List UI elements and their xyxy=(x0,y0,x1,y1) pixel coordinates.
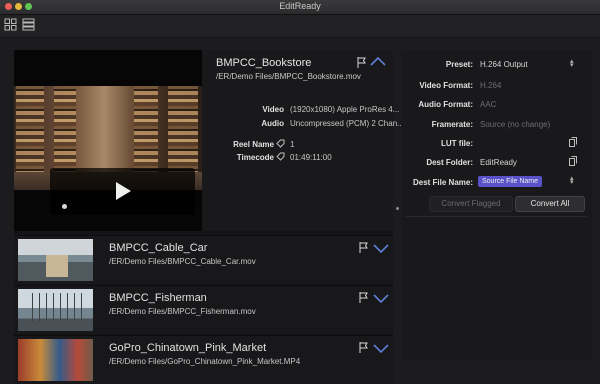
clip-path: /ER/Demo Files/GoPro_Chinatown_Pink_Mark… xyxy=(109,357,301,366)
window-title: EditReady xyxy=(279,1,321,11)
edit-tag-icon[interactable] xyxy=(276,139,285,148)
clip-info: BMPCC_Bookstore /ER/Demo Files/BMPCC_Boo… xyxy=(210,50,404,231)
flag-icon[interactable] xyxy=(359,292,369,303)
title-bar: EditReady xyxy=(0,0,600,15)
flag-icon[interactable] xyxy=(359,242,369,253)
audio-value: Uncompressed (PCM) 2 Chan... xyxy=(290,119,404,128)
framerate-value: Source (no change) xyxy=(480,120,551,129)
convert-flagged-button[interactable]: Convert Flagged xyxy=(429,196,513,212)
audio-label: Audio xyxy=(261,119,284,128)
playback-controls xyxy=(50,168,195,215)
dest-folder-label: Dest Folder: xyxy=(426,158,473,167)
grid-icon[interactable] xyxy=(4,18,17,31)
preset-label: Preset: xyxy=(445,60,473,69)
scrubber-handle[interactable] xyxy=(62,204,67,209)
chevron-up-icon[interactable] xyxy=(370,56,386,66)
clip-path: /ER/Demo Files/BMPCC_Bookstore.mov xyxy=(216,72,361,81)
clip-title: BMPCC_Fisherman xyxy=(109,292,207,304)
audio-format-label: Audio Format: xyxy=(418,100,473,109)
video-format-value: H.264 xyxy=(480,81,502,90)
dest-name-stepper-icon[interactable]: ▴ ▾ xyxy=(570,175,576,186)
reel-name-label: Reel Name xyxy=(233,140,274,149)
dest-file-name-token[interactable]: Source File Name xyxy=(478,176,543,187)
convert-all-button[interactable]: Convert All xyxy=(515,196,585,212)
clip-row[interactable]: BMPCC_Fisherman /ER/Demo Files/BMPCC_Fis… xyxy=(14,285,393,334)
list-icon[interactable] xyxy=(22,18,35,31)
edit-tag-icon[interactable] xyxy=(276,152,285,161)
preset-select[interactable]: H.264 Output xyxy=(480,60,528,69)
selected-clip[interactable]: BMPCC_Bookstore /ER/Demo Files/BMPCC_Boo… xyxy=(14,50,404,231)
dest-file-name-label: Dest File Name: xyxy=(412,178,473,187)
clip-title: GoPro_Chinatown_Pink_Market xyxy=(109,342,267,354)
choose-lut-icon[interactable] xyxy=(569,137,577,147)
toolbar xyxy=(0,15,600,38)
clip-title: BMPCC_Bookstore xyxy=(216,57,312,69)
choose-folder-icon[interactable] xyxy=(569,156,577,166)
output-settings-panel: Preset: H.264 Output ▴ ▾ Video Format: H.… xyxy=(401,50,592,360)
clip-path: /ER/Demo Files/BMPCC_Cable_Car.mov xyxy=(109,257,256,266)
preset-stepper-icon[interactable]: ▴ ▾ xyxy=(570,58,576,69)
video-format-label: Video Format: xyxy=(419,81,473,90)
clip-path: /ER/Demo Files/BMPCC_Fisherman.mov xyxy=(109,307,256,316)
video-value: (1920x1080) Apple ProRes 4... xyxy=(290,105,400,114)
reel-name-value[interactable]: 1 xyxy=(290,140,294,149)
clip-thumbnail xyxy=(18,339,93,381)
flag-icon[interactable] xyxy=(359,342,369,353)
lut-file-label: LUT file: xyxy=(441,139,473,148)
clip-thumbnail xyxy=(18,289,93,331)
clip-thumbnail xyxy=(18,239,93,281)
dest-folder-value: EditReady xyxy=(480,158,517,167)
framerate-label: Framerate: xyxy=(431,120,473,129)
audio-format-value: AAC xyxy=(480,100,497,109)
clip-row[interactable]: BMPCC_Cable_Car /ER/Demo Files/BMPCC_Cab… xyxy=(14,235,393,284)
panel-divider xyxy=(406,216,587,217)
clip-queue: BMPCC_Bookstore /ER/Demo Files/BMPCC_Boo… xyxy=(14,50,404,384)
timecode-value[interactable]: 01:49:11:00 xyxy=(290,153,332,162)
split-divider-handle[interactable] xyxy=(396,207,399,210)
chevron-down-icon[interactable] xyxy=(373,244,389,254)
play-icon[interactable] xyxy=(116,182,131,200)
clip-title: BMPCC_Cable_Car xyxy=(109,242,208,254)
chevron-down-icon[interactable] xyxy=(373,294,389,304)
chevron-down-icon[interactable] xyxy=(373,344,389,354)
flag-icon[interactable] xyxy=(357,57,367,68)
video-preview[interactable] xyxy=(14,50,202,231)
timecode-label: Timecode xyxy=(236,153,274,162)
video-label: Video xyxy=(262,105,284,114)
